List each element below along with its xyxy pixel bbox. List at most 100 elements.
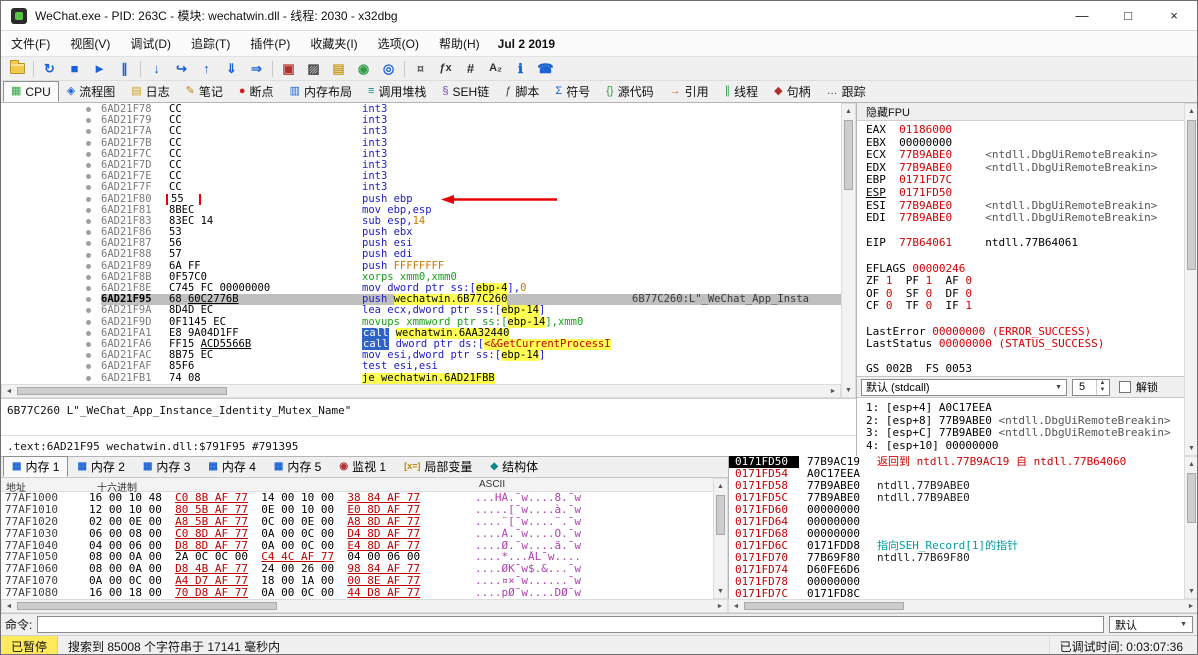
step-over-button[interactable]: ↪ — [169, 58, 194, 80]
breakpoint-dot[interactable] — [86, 330, 91, 336]
scroll-right-icon[interactable]: ► — [1184, 600, 1197, 612]
menu-item[interactable]: 调试(D) — [120, 31, 181, 56]
dump-row[interactable]: 77AF1060 08 00 0A 00 D8 4B AF 77 24 00 26… — [1, 563, 713, 575]
scroll-up-icon[interactable]: ▲ — [1185, 457, 1197, 471]
menu-item[interactable]: 插件(P) — [240, 31, 300, 56]
scroll-thumb[interactable] — [716, 495, 725, 535]
disasm-row[interactable]: 6AD21F86 53 push ebx — [1, 227, 841, 239]
breakpoint-dot[interactable] — [86, 308, 91, 314]
tab-source[interactable]: {} 源代码 — [598, 81, 661, 102]
breakpoint-dot[interactable] — [86, 263, 91, 269]
disasm-row[interactable]: 6AD21F8B 0F57C0 xorps xmm0,xmm0 — [1, 271, 841, 283]
dump-row[interactable]: 77AF1030 06 00 08 00 C0 8D AF 77 0A 00 0C… — [1, 528, 713, 540]
hash-button[interactable]: # — [458, 58, 483, 80]
scroll-right-icon[interactable]: ► — [826, 385, 840, 397]
breakpoint-dot[interactable] — [86, 353, 91, 359]
tab-log[interactable]: ▤ 日志 — [123, 81, 177, 102]
disasm-row[interactable]: 6AD21F9A 8D4D EC lea ecx,dword ptr ss:[ebp… — [1, 305, 841, 317]
breakpoint-dot[interactable] — [86, 207, 91, 213]
dump-vscrollbar[interactable]: ▲ ▼ — [713, 478, 728, 599]
disasm-row[interactable]: 6AD21F7D CC int3 — [1, 159, 841, 172]
tab-seh[interactable]: § SEH链 — [434, 81, 497, 102]
labels-button[interactable]: ◉ — [351, 58, 376, 80]
disasm-row[interactable]: 6AD21FA1 E8 9A04D1FF call wechatwin.6AA324… — [1, 327, 841, 339]
stack-vscrollbar[interactable]: ▲ ▼ — [1184, 456, 1197, 599]
scroll-down-icon[interactable]: ▼ — [842, 383, 855, 397]
stack-row[interactable]: 0171FD78 00000000 — [729, 576, 1184, 588]
scroll-thumb[interactable] — [17, 602, 277, 610]
breakpoints-button[interactable]: ▣ — [276, 58, 301, 80]
breakpoint-dot[interactable] — [86, 196, 91, 202]
scroll-up-icon[interactable]: ▲ — [842, 104, 855, 118]
stack-row[interactable]: 0171FD5C 77B9ABE0 ntdll.77B9ABE0 — [729, 492, 1184, 504]
scroll-down-icon[interactable]: ▼ — [1185, 584, 1197, 598]
disasm-row[interactable]: 6AD21FB1 74 08 je wechatwin.6AD21FBB — [1, 372, 841, 384]
tab-trace[interactable]: … 跟踪 — [819, 81, 874, 102]
dock-tab-memory-2[interactable]: ▦ 内存 2 — [68, 456, 133, 477]
dump-row[interactable]: 77AF1080 16 00 18 00 70 D8 AF 77 0A 00 0C… — [1, 587, 713, 599]
argument-count-stepper[interactable]: 5 ▲ ▼ — [1072, 378, 1110, 396]
stop-button[interactable]: ■ — [62, 58, 87, 80]
disasm-row[interactable]: 6AD21F79 CC int3 — [1, 115, 841, 127]
disasm-row[interactable]: 6AD21F95 68 60C2776B push wechatwin.6B77C2… — [1, 294, 841, 306]
minimize-button[interactable]: — — [1059, 1, 1105, 30]
command-mode-dropdown[interactable]: 默认 ▼ — [1109, 616, 1193, 633]
stack-row[interactable]: 0171FD74 D60FE6D6 — [729, 564, 1184, 576]
pause-button[interactable]: ∥ — [112, 58, 137, 80]
tab-notes[interactable]: ✎ 笔记 — [178, 81, 231, 102]
disasm-row[interactable]: 6AD21F87 56 push esi — [1, 238, 841, 250]
breakpoint-dot[interactable] — [86, 297, 91, 303]
breakpoint-dot[interactable] — [86, 342, 91, 348]
tab-references[interactable]: → 引用 — [662, 81, 717, 102]
dump-row[interactable]: 77AF1070 0A 00 0C 00 A4 D7 AF 77 18 00 1A… — [1, 575, 713, 587]
menu-item[interactable]: 帮助(H) — [429, 31, 490, 56]
breakpoint-dot[interactable] — [86, 364, 91, 370]
help-button[interactable]: ℹ — [508, 58, 533, 80]
menu-item[interactable]: 追踪(T) — [181, 31, 240, 56]
disasm-row[interactable]: 6AD21F89 6A FF push FFFFFFFF — [1, 260, 841, 272]
disasm-row[interactable]: 6AD21F88 57 push edi — [1, 249, 841, 261]
disasm-row[interactable]: 6AD21F7C CC int3 — [1, 148, 841, 160]
disasm-row[interactable]: 6AD21F83 83EC 14 sub esp, 14 — [1, 215, 841, 228]
breakpoint-dot[interactable] — [86, 163, 91, 169]
dump-row[interactable]: 77AF1010 12 00 10 00 80 5B AF 77 0E 00 10… — [1, 504, 713, 516]
breakpoint-dot[interactable] — [86, 151, 91, 157]
breakpoint-dot[interactable] — [86, 241, 91, 247]
dump-row[interactable]: 77AF1020 02 00 0E 00 A8 5B AF 77 0C 00 0E… — [1, 516, 713, 528]
stack-row[interactable]: 0171FD70 77B69F80 ntdll.77B69F80 — [729, 552, 1184, 564]
comments-button[interactable]: ▤ — [326, 58, 351, 80]
dock-tab-watch-1[interactable]: ◉ 监视 1 — [330, 456, 395, 477]
register-line[interactable]: LastStatus 00000000 (STATUS_SUCCESS) — [866, 337, 1184, 351]
unlock-checkbox[interactable] — [1119, 381, 1131, 393]
stepper-arrows-icon[interactable]: ▲ ▼ — [1096, 379, 1108, 395]
breakpoint-dot[interactable] — [86, 375, 91, 381]
menu-item[interactable]: 收藏夹(I) — [300, 31, 367, 56]
breakpoint-dot[interactable] — [86, 274, 91, 280]
scroll-up-icon[interactable]: ▲ — [1185, 104, 1197, 118]
scroll-left-icon[interactable]: ◄ — [2, 385, 16, 397]
run-button[interactable]: ► — [87, 58, 112, 80]
scroll-up-icon[interactable]: ▲ — [714, 479, 727, 493]
calling-convention-dropdown[interactable]: 默认 (stdcall) ▼ — [861, 378, 1067, 396]
scroll-thumb[interactable] — [1187, 120, 1196, 270]
tab-cpu[interactable]: ▦ CPU — [3, 81, 59, 102]
disasm-row[interactable]: 6AD21F7B CC int3 — [1, 137, 841, 149]
restart-button[interactable]: ↻ — [37, 58, 62, 80]
breakpoint-dot[interactable] — [86, 140, 91, 146]
dump-hscrollbar[interactable]: ◄ ► — [1, 599, 728, 613]
calculator-button[interactable]: ƒx — [433, 58, 458, 80]
scroll-thumb[interactable] — [17, 387, 227, 395]
scroll-left-icon[interactable]: ◄ — [729, 600, 743, 612]
disasm-row[interactable]: 6AD21FA6 FF15 ACD5566B call dword ptr ds:[… — [1, 338, 841, 351]
tab-breakpoints[interactable]: ● 断点 — [231, 81, 282, 102]
stack-row[interactable]: 0171FD64 00000000 — [729, 516, 1184, 528]
execute-till-return-button[interactable]: ↑ — [194, 58, 219, 80]
tab-script[interactable]: ƒ 脚本 — [497, 81, 547, 102]
breakpoint-dot[interactable] — [86, 185, 91, 191]
disasm-row[interactable]: 6AD21F8E C745 FC 00000000 mov dword ptr ss… — [1, 283, 841, 295]
breakpoint-dot[interactable] — [86, 107, 91, 113]
stack-argument-line[interactable]: 4: [esp+10] 00000000 — [866, 439, 1184, 453]
tab-memory-map[interactable]: ▥ 内存布局 — [282, 81, 360, 102]
disasm-row[interactable]: 6AD21F7E CC int3 — [1, 171, 841, 183]
step-into-button[interactable]: ↓ — [144, 58, 169, 80]
